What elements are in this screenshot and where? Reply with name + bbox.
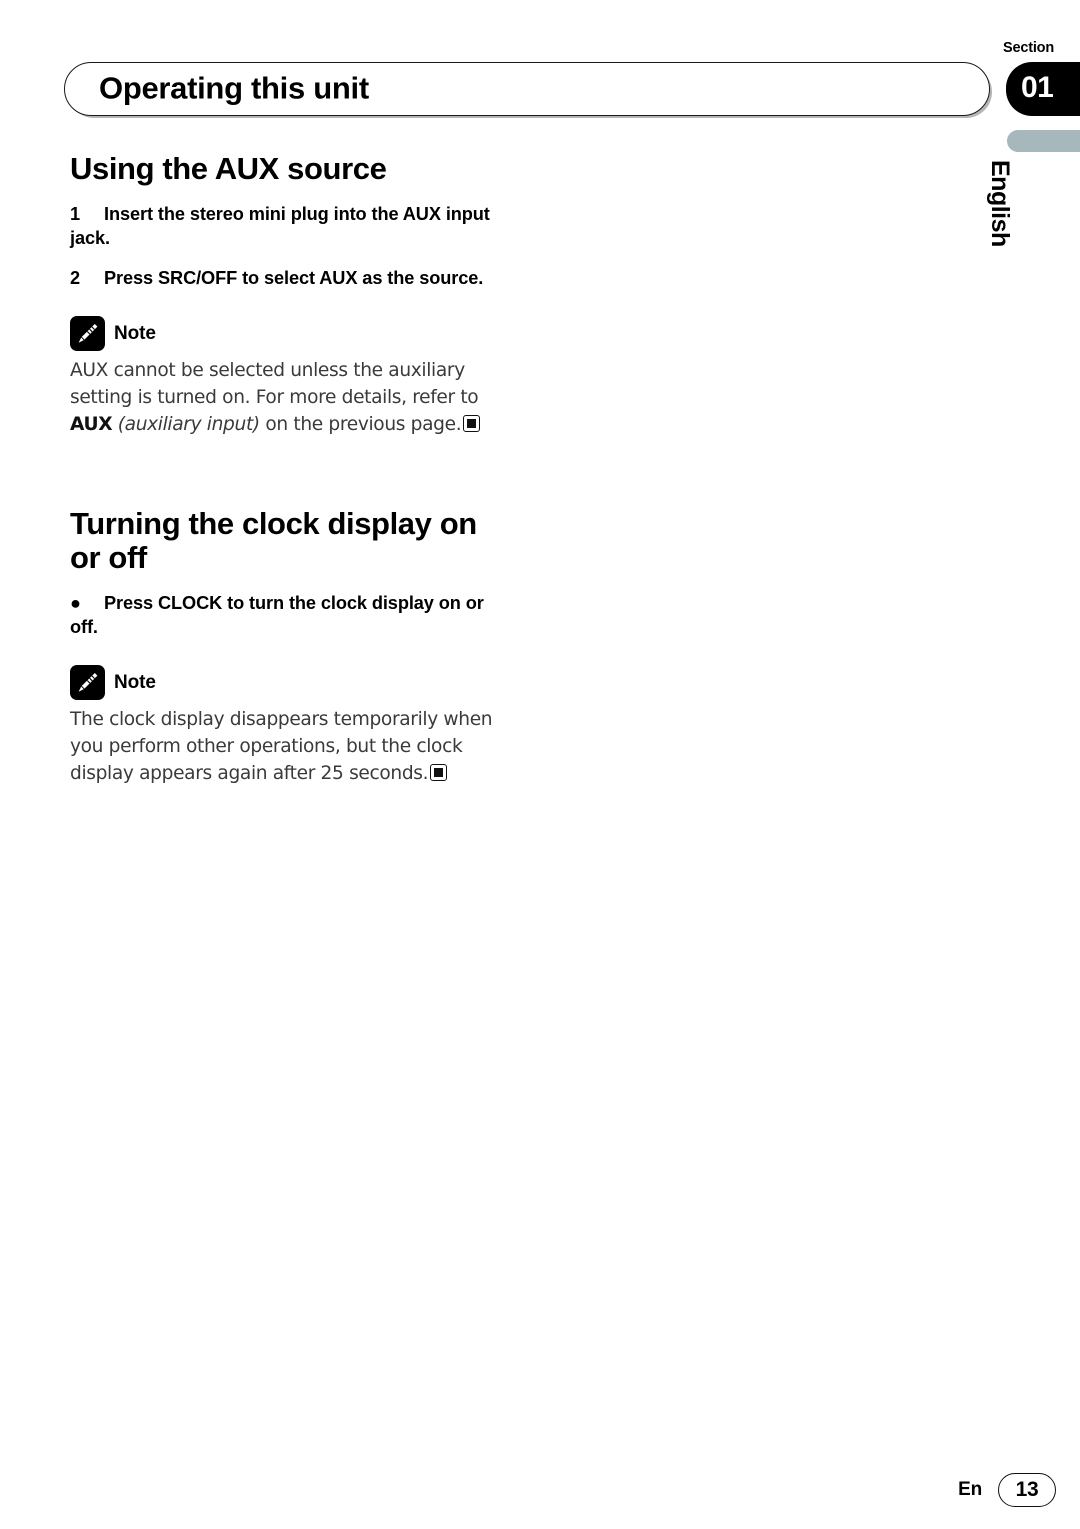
note-text-run-1: The clock display disappears temporarily… — [70, 709, 493, 784]
running-title-capsule: Operating this unit — [64, 62, 990, 116]
note-header: Note — [70, 665, 510, 700]
end-of-note-marker — [463, 414, 481, 432]
step-item: 2 Press SRC/OFF to select AUX as the sour… — [70, 267, 510, 290]
language-tab-bar — [1007, 130, 1080, 152]
note-label: Note — [114, 671, 156, 693]
note-label: Note — [114, 322, 156, 344]
section-heading-aux: Using the AUX source — [70, 151, 387, 186]
pencil-icon — [70, 316, 105, 352]
step-item: 1 Insert the stereo mini plug into the AU… — [70, 203, 510, 250]
content-column: Using the AUX source 1 Insert the stereo … — [70, 151, 510, 787]
pencil-icon — [70, 665, 105, 700]
note-text-bold: AUX — [70, 413, 113, 435]
step-text: Press SRC/OFF to select AUX as the sourc… — [104, 268, 484, 288]
note-body: The clock display disappears temporarily… — [70, 707, 510, 787]
end-of-note-marker — [430, 763, 448, 781]
manual-page: Operating this unit Section 01 English U… — [0, 0, 1080, 1529]
language-tab-label: English — [986, 160, 1014, 247]
section-number-tab: 01 — [1006, 62, 1080, 116]
bullet-marker: ● — [70, 593, 81, 614]
page-number: 13 — [998, 1473, 1056, 1507]
footer-language: En — [958, 1479, 982, 1500]
note-body: AUX cannot be selected unless the auxili… — [70, 358, 510, 438]
section-number: 01 — [1021, 70, 1054, 104]
section-label: Section — [1003, 40, 1054, 56]
step-marker: 1 — [70, 204, 81, 225]
page-header: Operating this unit — [0, 62, 1080, 118]
step-text: Press CLOCK to turn the clock display on… — [70, 593, 484, 637]
note-text-run-2: on the previous page. — [259, 413, 462, 435]
note-header: Note — [70, 316, 510, 352]
page-footer: En 13 — [958, 1473, 1056, 1507]
section-heading-clock: Turning the clock display on or off — [70, 505, 477, 575]
step-marker: 2 — [70, 268, 81, 288]
step-item: ● Press CLOCK to turn the clock display o… — [70, 592, 510, 639]
note-text-run-1: AUX cannot be selected unless the auxili… — [70, 360, 479, 409]
note-text-italic: (auxiliary input) — [117, 413, 260, 435]
page-title: Operating this unit — [99, 70, 369, 106]
step-text: Insert the stereo mini plug into the AUX… — [70, 204, 490, 248]
